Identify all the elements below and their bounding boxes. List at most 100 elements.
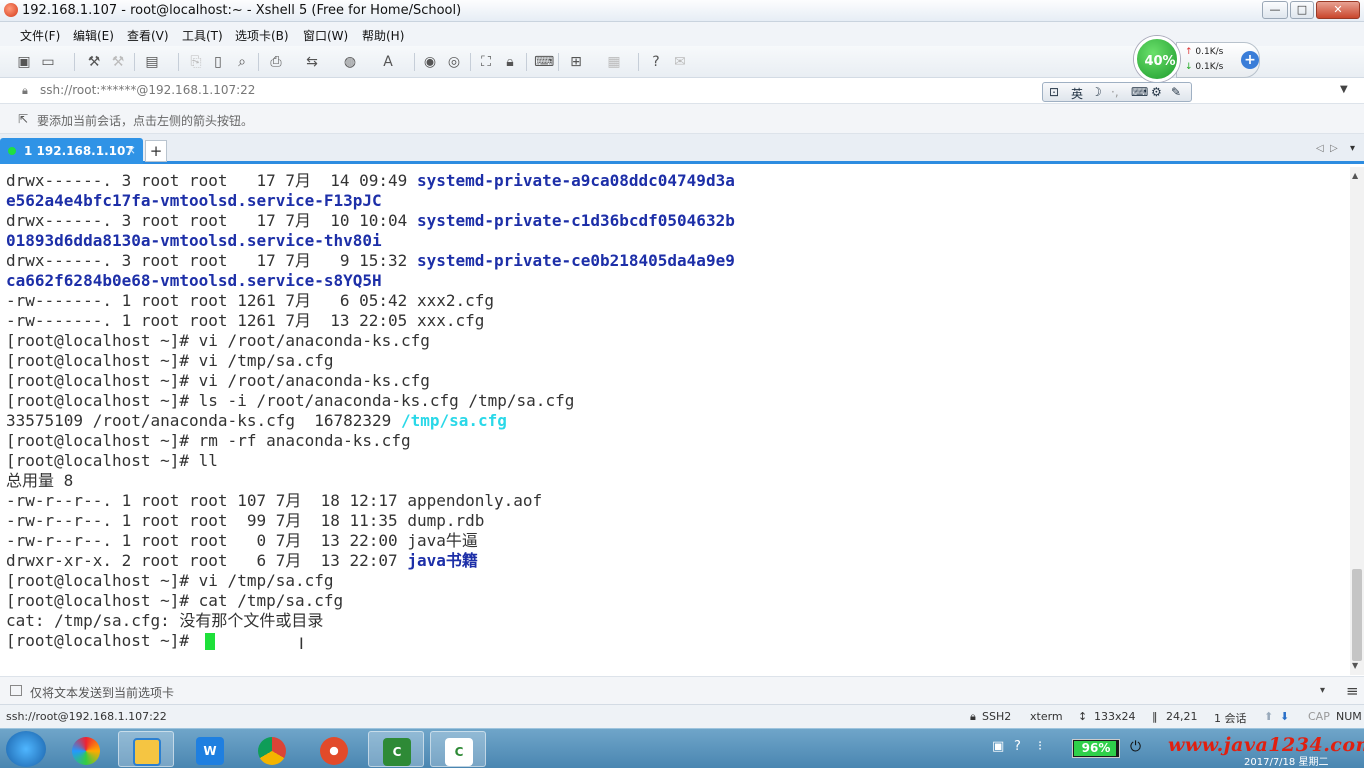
status-term: xterm bbox=[1030, 710, 1063, 723]
session-hint-bar: ⇱ 要添加当前会话，点击左侧的箭头按钮。 bbox=[0, 104, 1364, 134]
terminal-output[interactable]: drwx------. 3 root root 17 7月 14 09:49 s… bbox=[0, 167, 1350, 675]
start-button[interactable] bbox=[6, 731, 46, 767]
print-icon[interactable]: ⎙ bbox=[268, 54, 284, 70]
properties-icon[interactable]: ▤ bbox=[144, 54, 160, 70]
arrow-button-icon[interactable]: ⇱ bbox=[18, 112, 28, 126]
transfer-icon[interactable]: ⇆ bbox=[304, 54, 320, 70]
minimize-button[interactable]: — bbox=[1262, 1, 1288, 19]
menu-view[interactable]: 查看(V) bbox=[127, 27, 169, 44]
scroll-up-icon[interactable]: ▲ bbox=[1352, 171, 1358, 180]
status-size-icon: ↕ bbox=[1078, 710, 1088, 723]
ime-tools-icon[interactable]: ⚙ bbox=[1151, 85, 1162, 99]
tray-network-icon[interactable]: ⁝ bbox=[1038, 739, 1042, 754]
terminal-line: 总用量 8 bbox=[6, 471, 73, 491]
menu-help[interactable]: 帮助(H) bbox=[362, 27, 404, 44]
open-folder-icon[interactable]: ▭ bbox=[40, 54, 56, 70]
terminal-line: 01893d6dda8130a-vmtoolsd.service-thv80i bbox=[6, 231, 382, 251]
tray-ime-icon[interactable]: ▣ bbox=[992, 739, 1004, 754]
menu-tools[interactable]: 工具(T) bbox=[182, 27, 223, 44]
toolbar-divider bbox=[134, 53, 135, 71]
directory-name: systemd-private-c1d36bcdf0504632b bbox=[416, 211, 735, 230]
toolbar-divider bbox=[526, 53, 527, 71]
tray-power-icon[interactable]: ⏻ bbox=[1130, 739, 1141, 755]
compose-menu-icon[interactable]: ≡ bbox=[1346, 682, 1359, 700]
tray-help-icon[interactable]: ? bbox=[1014, 739, 1021, 754]
disconnect-icon[interactable]: ⚒ bbox=[110, 54, 126, 70]
terminal-text: 33575109 /root/anaconda-ks.cfg 16782329 bbox=[6, 411, 401, 430]
taskbar-app-camtasia[interactable]: C bbox=[368, 731, 424, 767]
paste-icon[interactable]: ▯ bbox=[210, 54, 226, 70]
xagent-icon[interactable]: ◎ bbox=[446, 54, 462, 70]
terminal-line: [root@localhost ~]# vi /tmp/sa.cfg bbox=[6, 571, 334, 591]
tab-prev-icon[interactable]: ◁ bbox=[1316, 143, 1324, 154]
terminal-text: [root@localhost ~]# vi /tmp/sa.cfg bbox=[6, 351, 334, 370]
terminal-line: -rw-r--r--. 1 root root 107 7月 18 12:17 … bbox=[6, 491, 542, 511]
ime-punct-icon[interactable]: ·, bbox=[1111, 85, 1119, 99]
tab-session-192-168-1-107[interactable]: 1 192.168.1.107 × bbox=[0, 138, 143, 164]
menu-edit[interactable]: 编辑(E) bbox=[73, 27, 114, 44]
scrollbar-thumb[interactable] bbox=[1352, 569, 1362, 661]
tray-date[interactable]: 2017/7/18 星期二 bbox=[1244, 753, 1328, 768]
maximize-button[interactable]: □ bbox=[1290, 1, 1314, 19]
ime-moon-icon[interactable]: ☽ bbox=[1091, 85, 1102, 99]
directory-name: 01893d6dda8130a-vmtoolsd.service-thv80i bbox=[6, 231, 382, 250]
keyboard-icon[interactable]: ⌨ bbox=[534, 54, 554, 70]
upload-speed: ↑ 0.1K/s bbox=[1185, 47, 1224, 57]
taskbar-app-xshell[interactable] bbox=[306, 731, 362, 767]
address-lock-icon: 🔒︎ bbox=[22, 84, 28, 97]
add-tab-toolbar-icon[interactable]: ⊞ bbox=[568, 54, 584, 70]
ime-language-toggle[interactable]: 英 bbox=[1071, 85, 1083, 102]
menu-window[interactable]: 窗口(W) bbox=[303, 27, 348, 44]
new-session-icon[interactable]: ▣ bbox=[16, 54, 32, 70]
tray-battery-meter[interactable]: 96% bbox=[1072, 739, 1120, 758]
terminal-text: 总用量 8 bbox=[6, 471, 74, 490]
toolbar-divider bbox=[258, 53, 259, 71]
ime-toolbar: ⊡ 英 ☽ ·, ⌨ ⚙ ✎ bbox=[1042, 82, 1192, 102]
add-tab-button[interactable]: + bbox=[145, 140, 167, 162]
terminal-line: drwx------. 3 root root 17 7月 9 15:32 sy… bbox=[6, 251, 735, 271]
ime-logo-icon[interactable]: ⊡ bbox=[1049, 85, 1059, 99]
xftp-icon[interactable]: ◉ bbox=[422, 54, 438, 70]
layout-icon[interactable]: ▦ bbox=[606, 54, 622, 70]
help-icon[interactable]: ? bbox=[648, 54, 664, 70]
session-address[interactable]: ssh://root:******@192.168.1.107:22 bbox=[40, 83, 255, 97]
tab-label: 1 192.168.1.107 bbox=[24, 144, 134, 158]
taskbar-app-explorer[interactable] bbox=[118, 731, 174, 767]
fullscreen-icon[interactable]: ⛶ bbox=[478, 54, 494, 70]
status-caps: CAP bbox=[1308, 710, 1330, 723]
menu-tabs[interactable]: 选项卡(B) bbox=[235, 27, 289, 44]
tab-close-icon[interactable]: × bbox=[126, 143, 136, 157]
tab-bar: 1 192.168.1.107 × + ◁ ▷ ▾ bbox=[0, 134, 1364, 164]
message-icon[interactable]: ✉ bbox=[672, 54, 688, 70]
lock-icon[interactable]: 🔒︎ bbox=[502, 54, 518, 70]
address-dropdown-icon[interactable]: ▼ bbox=[1340, 84, 1348, 95]
status-down-arrow-icon[interactable]: ⬇ bbox=[1280, 710, 1289, 723]
title-bar: 192.168.1.107 - root@localhost:~ - Xshel… bbox=[0, 0, 1364, 22]
connect-icon[interactable]: ⚒ bbox=[86, 54, 102, 70]
compose-dropdown-icon[interactable]: ▾ bbox=[1320, 685, 1325, 696]
compose-input[interactable]: 仅将文本发送到当前选项卡 bbox=[30, 684, 174, 701]
tab-next-icon[interactable]: ▷ bbox=[1330, 143, 1338, 154]
font-icon[interactable]: A bbox=[380, 54, 396, 70]
copy-icon[interactable]: ⎘ bbox=[188, 54, 204, 70]
find-icon[interactable]: ⌕ bbox=[234, 54, 250, 70]
status-bar: ssh://root@192.168.1.107:22 🔒︎ SSH2 xter… bbox=[0, 704, 1364, 728]
status-up-arrow-icon[interactable]: ⬆ bbox=[1264, 710, 1273, 723]
taskbar-app-chrome[interactable] bbox=[244, 731, 300, 767]
ime-wrench-icon[interactable]: ✎ bbox=[1171, 85, 1181, 99]
ime-keyboard-icon[interactable]: ⌨ bbox=[1131, 85, 1148, 99]
accelerate-plus-icon[interactable]: + bbox=[1241, 51, 1259, 69]
taskbar-app-camtasia-recorder[interactable]: C bbox=[430, 731, 486, 767]
taskbar-app-wps[interactable]: W bbox=[182, 731, 238, 767]
toolbar-divider bbox=[414, 53, 415, 71]
taskbar-app-colorful[interactable] bbox=[58, 731, 114, 767]
terminal-line: [root@localhost ~]# ls -i /root/anaconda… bbox=[6, 391, 574, 411]
tab-list-icon[interactable]: ▾ bbox=[1350, 143, 1355, 154]
menu-file[interactable]: 文件(F) bbox=[20, 27, 60, 44]
network-speed-widget[interactable]: ↑ 0.1K/s ↓ 0.1K/s + 40% bbox=[1130, 34, 1262, 84]
globe-icon[interactable]: ◍ bbox=[342, 54, 358, 70]
memory-usage-ball[interactable]: 40% bbox=[1134, 36, 1180, 82]
terminal-scrollbar[interactable]: ▲ ▼ bbox=[1350, 167, 1364, 675]
scroll-down-icon[interactable]: ▼ bbox=[1352, 661, 1358, 670]
close-button[interactable]: ✕ bbox=[1316, 1, 1360, 19]
